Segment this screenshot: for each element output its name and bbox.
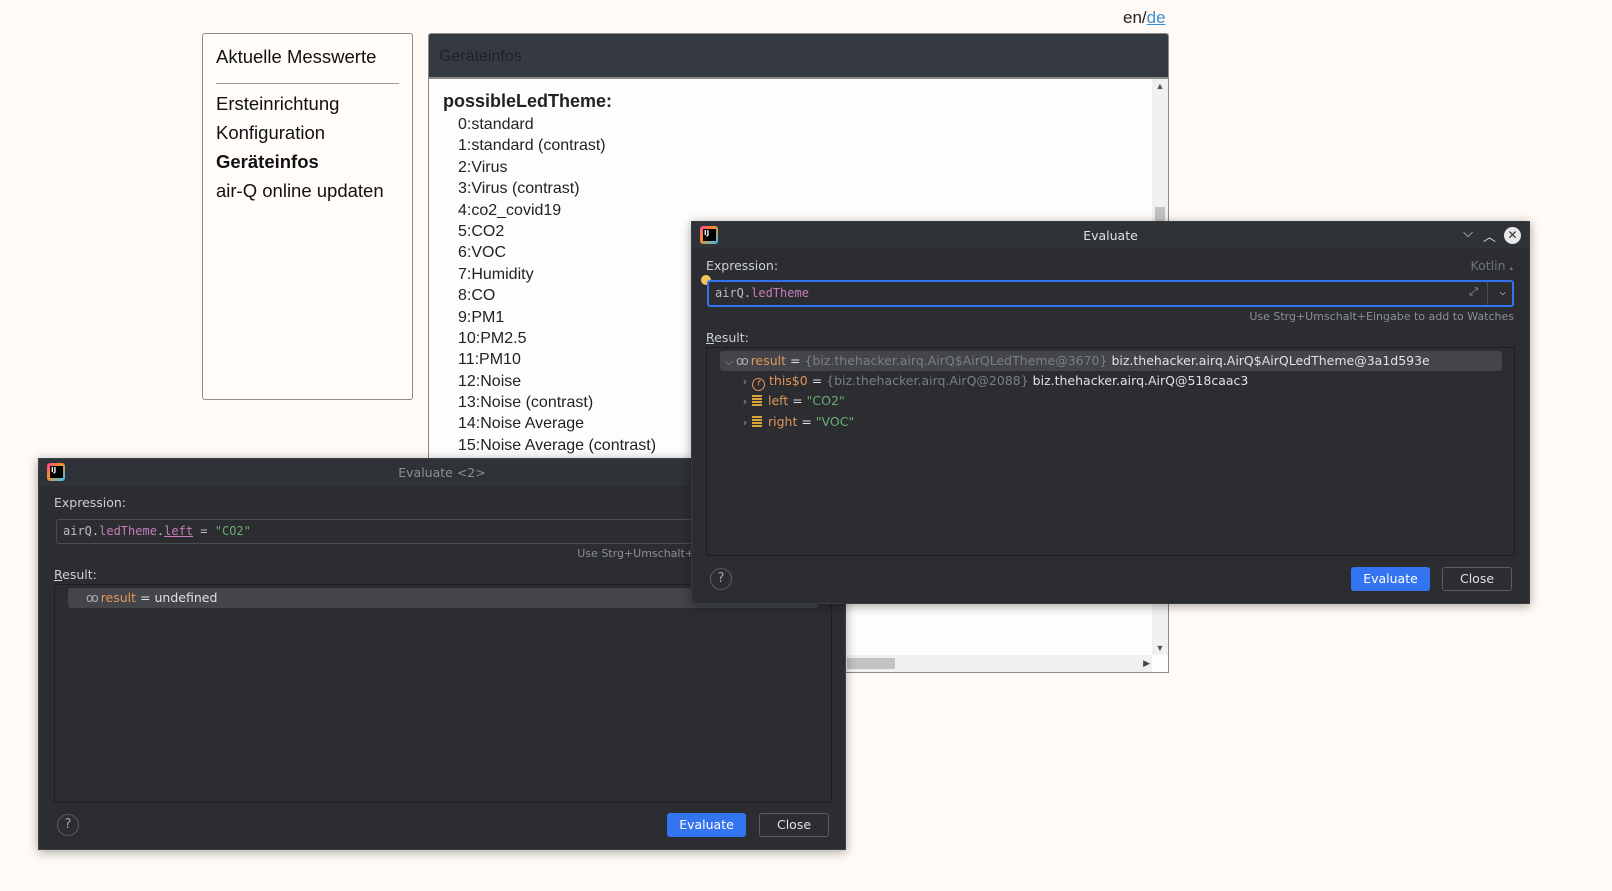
minimize-chevron-icon[interactable]: ⌵ bbox=[1463, 226, 1473, 241]
tree-row-right[interactable]: › right = "VOC" bbox=[738, 412, 854, 432]
result-eq: = bbox=[136, 590, 155, 605]
node-name: this$0 bbox=[769, 373, 808, 388]
nav-item-geraeteinfos[interactable]: Geräteinfos bbox=[216, 151, 319, 173]
side-navigation: Aktuelle Messwerte Ersteinrichtung Konfi… bbox=[202, 33, 413, 400]
history-dropdown-icon[interactable]: ⌵ bbox=[1499, 285, 1506, 298]
expr-object: airQ. bbox=[63, 524, 100, 538]
expr-property: ledTheme bbox=[99, 524, 157, 538]
node-name: result bbox=[750, 353, 787, 368]
evaluate-dialog: Evaluate ⌵ ︿ ✕ Expression: Kotlin ▴ airQ… bbox=[691, 221, 1530, 604]
expression-input[interactable]: airQ.ledTheme ⤢ ⌵ bbox=[707, 280, 1514, 307]
node-eq: = bbox=[786, 353, 805, 368]
node-type: {biz.thehacker.airq.AirQ@2088} bbox=[826, 373, 1029, 388]
field-icon bbox=[752, 416, 762, 427]
node-name: left bbox=[768, 393, 789, 408]
nav-item-konfiguration[interactable]: Konfiguration bbox=[216, 122, 325, 144]
panel-header: Geräteinfos bbox=[429, 34, 1168, 79]
expr-value: "CO2" bbox=[214, 524, 251, 538]
scroll-down-arrow-icon[interactable]: ▼ bbox=[1152, 641, 1168, 655]
evaluate-button[interactable]: Evaluate bbox=[1351, 567, 1430, 591]
watches-hint: Use Strg+Umschalt+ bbox=[577, 547, 694, 560]
led-theme-item: 3:Virus (contrast) bbox=[458, 180, 580, 198]
watches-hint: Use Strg+Umschalt+Eingabe to add to Watc… bbox=[1249, 310, 1514, 323]
dialog-title: Evaluate bbox=[1083, 228, 1138, 243]
result-tree: ⌵ oo result = {biz.thehacker.airq.AirQ$Air… bbox=[706, 347, 1515, 556]
expression-label: Expression: bbox=[54, 495, 127, 510]
evaluate-button[interactable]: Evaluate bbox=[667, 813, 746, 837]
node-value: "CO2" bbox=[806, 393, 845, 408]
close-button[interactable]: Close bbox=[1442, 567, 1512, 591]
node-value: biz.thehacker.airq.AirQ@518caac3 bbox=[1028, 373, 1249, 388]
language-dropdown-icon: ▴ bbox=[1509, 264, 1513, 272]
node-type: {biz.thehacker.airq.AirQ$AirQLedTheme@36… bbox=[804, 353, 1108, 368]
node-eq: = bbox=[788, 393, 807, 408]
close-window-icon[interactable]: ✕ bbox=[1504, 227, 1521, 244]
lang-de-link[interactable]: de bbox=[1147, 8, 1166, 27]
lang-en: en/ bbox=[1123, 8, 1147, 27]
close-button[interactable]: Close bbox=[759, 813, 829, 837]
result-label-mnemonic: R bbox=[54, 567, 63, 582]
result-label-text: esult: bbox=[62, 567, 97, 582]
maximize-chevron-icon[interactable]: ︿ bbox=[1483, 226, 1496, 245]
scroll-right-arrow-icon[interactable]: ▶ bbox=[1143, 655, 1150, 672]
led-theme-item: 4:co2_covid19 bbox=[458, 201, 562, 219]
node-eq: = bbox=[797, 414, 816, 429]
node-value: biz.thehacker.airq.AirQ$AirQLedTheme@3a1… bbox=[1107, 353, 1430, 368]
expand-chevron-icon[interactable]: › bbox=[738, 413, 752, 433]
led-theme-item: 0:standard bbox=[458, 116, 534, 133]
scroll-up-arrow-icon[interactable]: ▲ bbox=[1152, 79, 1168, 93]
node-value: "VOC" bbox=[815, 414, 855, 429]
expression-label: Expression: bbox=[706, 258, 779, 273]
expr-property: ledTheme bbox=[751, 286, 809, 300]
node-name: right bbox=[768, 414, 798, 429]
result-tree: oo result = undefined bbox=[54, 584, 832, 803]
expand-icon[interactable]: ⤢ bbox=[1469, 285, 1478, 299]
final-field-icon: f bbox=[752, 378, 765, 391]
tree-row-this0[interactable]: › f this$0 = {biz.thehacker.airq.AirQ@2088… bbox=[738, 371, 1248, 391]
watch-glasses-icon: oo bbox=[736, 354, 749, 368]
result-name: result bbox=[100, 590, 137, 605]
expand-chevron-icon[interactable]: › bbox=[738, 392, 752, 412]
expr-object: airQ. bbox=[715, 286, 752, 300]
hscroll-thumb[interactable] bbox=[847, 658, 895, 669]
language-label: Kotlin bbox=[1470, 258, 1506, 273]
result-label: Result: bbox=[54, 567, 97, 582]
language-switch: en/de bbox=[1123, 8, 1166, 28]
nav-item-ersteinrichtung[interactable]: Ersteinrichtung bbox=[216, 93, 339, 115]
tree-row-result[interactable]: ⌵ oo result = {biz.thehacker.airq.AirQ$Air… bbox=[720, 351, 1502, 371]
dialog-titlebar[interactable]: Evaluate ⌵ ︿ ✕ bbox=[692, 222, 1529, 249]
expr-operator: = bbox=[193, 524, 215, 538]
nav-item-aktuelle-messwerte[interactable]: Aktuelle Messwerte bbox=[216, 46, 376, 68]
result-value: undefined bbox=[154, 590, 218, 605]
nav-divider bbox=[216, 83, 399, 84]
node-eq: = bbox=[807, 373, 827, 388]
result-label: Result: bbox=[706, 330, 749, 345]
result-label-text: esult: bbox=[714, 330, 749, 345]
expr-field: left bbox=[164, 524, 194, 538]
collapse-chevron-icon[interactable]: ⌵ bbox=[722, 352, 736, 372]
nav-item-online-update[interactable]: air-Q online updaten bbox=[216, 180, 384, 202]
expand-chevron-icon[interactable]: › bbox=[738, 372, 752, 392]
section-title: possibleLedTheme: bbox=[443, 91, 613, 111]
led-theme-item: 2:Virus bbox=[458, 158, 508, 176]
input-divider bbox=[1487, 282, 1488, 305]
result-label-mnemonic: R bbox=[706, 330, 715, 345]
tree-row-left[interactable]: › left = "CO2" bbox=[738, 391, 845, 411]
field-icon bbox=[752, 395, 762, 406]
language-selector[interactable]: Kotlin ▴ bbox=[1471, 258, 1514, 273]
watch-glasses-icon: oo bbox=[86, 591, 99, 605]
help-button[interactable]: ? bbox=[710, 568, 732, 590]
led-theme-item: 1:standard (contrast) bbox=[458, 137, 606, 155]
help-button[interactable]: ? bbox=[57, 814, 79, 836]
